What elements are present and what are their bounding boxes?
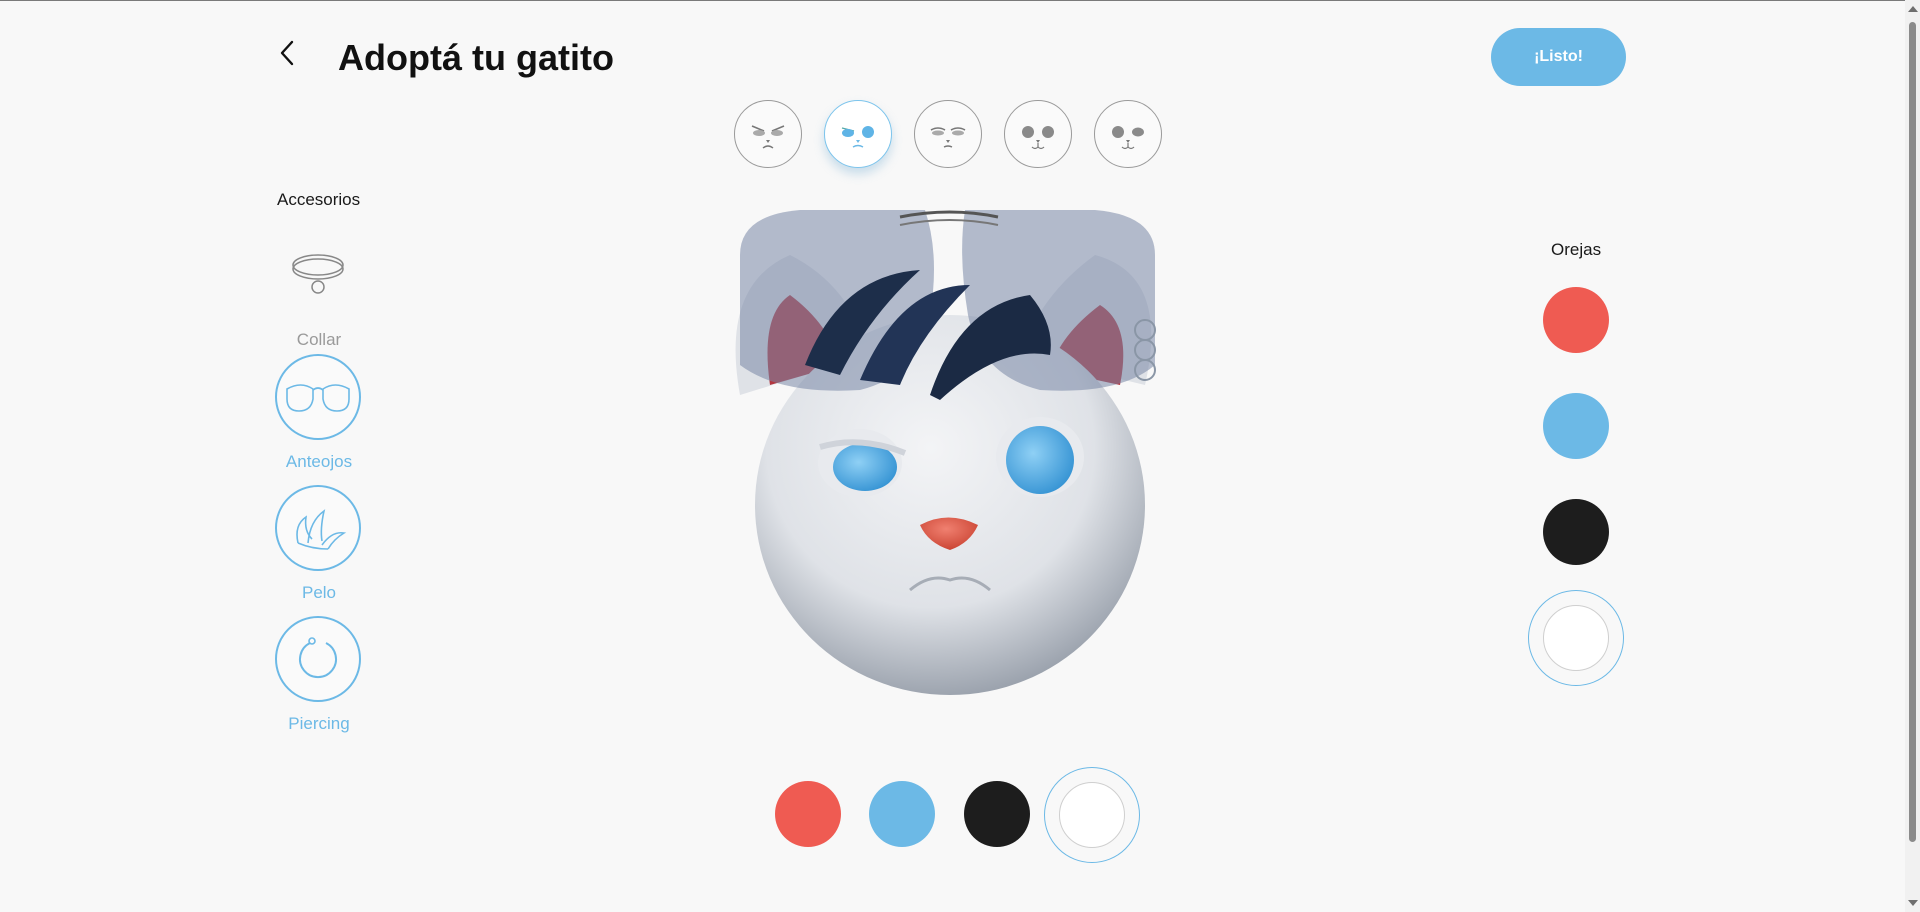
accessory-label: Piercing (288, 714, 350, 733)
white-swatch-inner (1059, 782, 1125, 848)
piercing-icon-wrap (275, 616, 361, 702)
accessory-hair[interactable]: Pelo (275, 485, 363, 603)
top-border (0, 0, 1920, 1)
accessory-label: Anteojos (285, 452, 353, 471)
cat-preview[interactable] (700, 195, 1200, 705)
accessory-label: Collar (296, 330, 342, 349)
calm-face-icon (1022, 126, 1054, 150)
page: Adoptá tu gatito ¡Listo! Accesorios Coll… (0, 0, 1920, 912)
accessory-glasses[interactable]: Anteojos (275, 354, 363, 472)
scroll-thumb[interactable] (1909, 22, 1916, 842)
accessory-collar[interactable]: Collar (275, 232, 363, 350)
glasses-icon-wrap (275, 354, 361, 440)
hair-icon-wrap (275, 485, 361, 571)
blue-eyes-face-icon (841, 126, 874, 148)
collar-icon-wrap (275, 232, 361, 318)
vertical-scrollbar[interactable] (1905, 0, 1920, 912)
accessory-piercing[interactable]: Piercing (275, 616, 363, 734)
body-color-black[interactable] (964, 781, 1030, 847)
cat-render (735, 210, 1156, 695)
ear-color-blue[interactable] (1543, 393, 1609, 459)
glasses-icon (286, 384, 350, 412)
accessories-title: Accesorios (277, 190, 361, 209)
done-button[interactable]: ¡Listo! (1491, 28, 1626, 86)
body-color-blue[interactable] (869, 781, 935, 847)
angry-face-icon (751, 125, 785, 149)
scroll-down-arrow[interactable] (1908, 900, 1918, 906)
ear-color-white[interactable] (1528, 590, 1624, 686)
face-option-blue-eyes[interactable] (824, 100, 892, 168)
face-option-angry[interactable] (734, 100, 802, 168)
back-button[interactable] (272, 36, 302, 70)
face-selector (734, 100, 1162, 168)
face-option-sleepy[interactable] (914, 100, 982, 168)
piercing-icon (299, 637, 337, 679)
face-option-calm[interactable] (1004, 100, 1072, 168)
collar-icon (292, 254, 344, 294)
scroll-up-arrow[interactable] (1908, 6, 1918, 12)
body-color-red[interactable] (775, 781, 841, 847)
ears-title: Orejas (1551, 240, 1602, 259)
page-title: Adoptá tu gatito (338, 37, 614, 78)
face-option-wink[interactable] (1094, 100, 1162, 168)
hair-icon (296, 509, 347, 550)
white-swatch-inner (1543, 605, 1609, 671)
sleepy-face-icon (930, 127, 966, 148)
body-color-white[interactable] (1044, 767, 1140, 863)
chevron-left-icon (280, 40, 294, 66)
ear-color-red[interactable] (1543, 287, 1609, 353)
wink-face-icon (1112, 126, 1144, 150)
ear-color-black[interactable] (1543, 499, 1609, 565)
accessory-label: Pelo (301, 583, 337, 602)
